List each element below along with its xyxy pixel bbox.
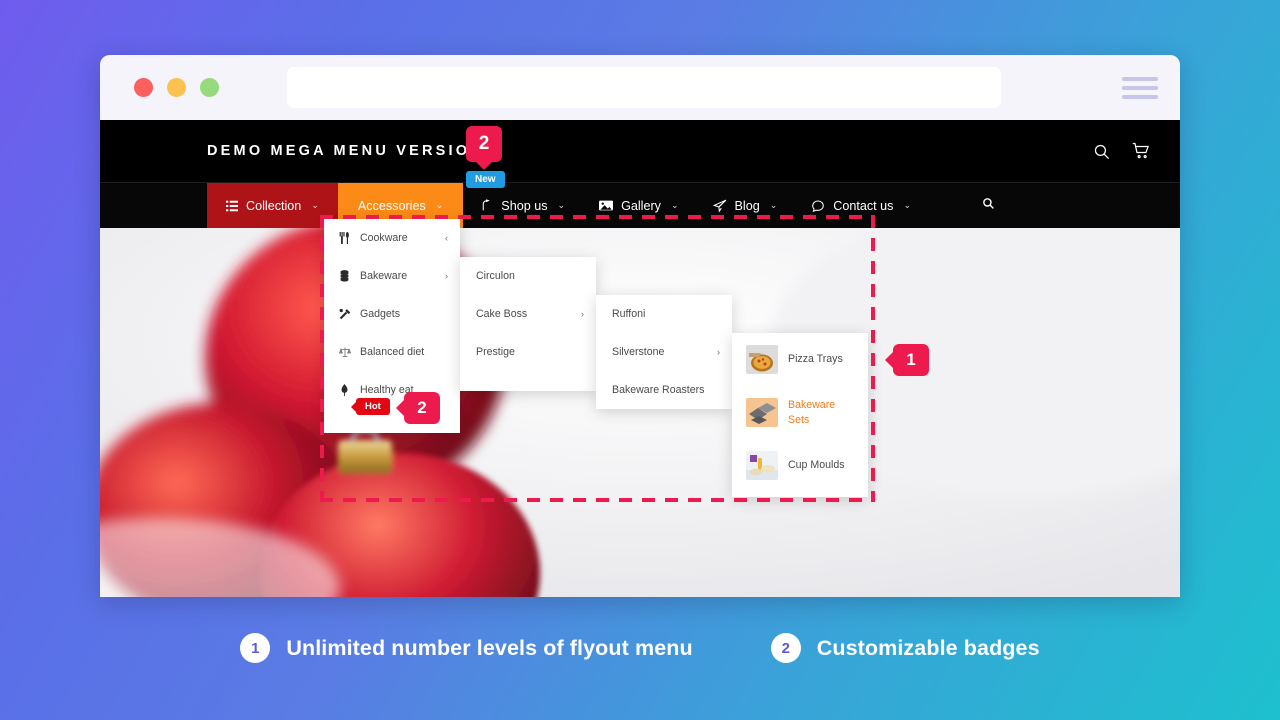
paperplane-icon bbox=[712, 199, 727, 213]
menu-label: Gadgets bbox=[360, 308, 401, 320]
nav-label: Contact us bbox=[833, 198, 894, 213]
image-icon bbox=[599, 199, 614, 212]
chevron-right-icon: › bbox=[581, 309, 584, 319]
chevron-down-icon: ⌄ bbox=[311, 200, 319, 210]
nav-label: Blog bbox=[734, 198, 760, 213]
chevron-down-icon: ⌄ bbox=[903, 200, 912, 210]
caption-text: Customizable badges bbox=[816, 635, 1040, 660]
comment-icon bbox=[811, 199, 825, 213]
callout-marker-2-top: 2 bbox=[466, 126, 502, 162]
main-navigation: Collection ⌄ Accessories ⌄ Shop us ⌄ Gal… bbox=[100, 182, 1180, 228]
chevron-down-icon: ⌄ bbox=[670, 200, 679, 210]
list-icon bbox=[226, 200, 238, 212]
menu-label: Bakeware Roasters bbox=[612, 384, 705, 396]
leaf-icon bbox=[338, 384, 351, 396]
product-item-bakeware-sets[interactable]: Bakeware Sets bbox=[732, 386, 868, 439]
menu-item-prestige[interactable]: Prestige bbox=[460, 333, 596, 371]
christmas-ornaments-image bbox=[100, 228, 1180, 597]
pans-icon bbox=[338, 270, 351, 282]
hamburger-line bbox=[1122, 85, 1158, 90]
window-controls bbox=[134, 78, 219, 97]
menu-label: Balanced diet bbox=[360, 346, 425, 358]
chevron-left-icon: ‹ bbox=[445, 233, 448, 243]
nav-label: Shop us bbox=[501, 198, 548, 213]
chevron-down-icon: ⌄ bbox=[557, 200, 566, 210]
menu-label: Cookware bbox=[360, 232, 408, 244]
product-label: Bakeware Sets bbox=[788, 399, 836, 426]
product-label: Pizza Trays bbox=[788, 353, 843, 366]
flyout-level-2: Circulon Cake Boss › Prestige bbox=[460, 257, 596, 391]
pizza-tray-thumb bbox=[746, 345, 778, 374]
product-item-cup-moulds[interactable]: Cup Moulds bbox=[732, 439, 868, 492]
caption-text: Unlimited number levels of flyout menu bbox=[286, 635, 693, 660]
address-bar[interactable] bbox=[287, 67, 1001, 108]
chevron-right-icon: › bbox=[717, 347, 720, 357]
nav-item-shop-us[interactable]: Shop us ⌄ bbox=[463, 183, 582, 228]
nav-search-button[interactable] bbox=[964, 183, 1013, 228]
nav-item-blog[interactable]: Blog ⌄ bbox=[696, 183, 795, 228]
cup-moulds-thumb bbox=[746, 451, 778, 480]
menu-label: Silverstone bbox=[612, 346, 665, 358]
menu-label: Circulon bbox=[476, 270, 515, 282]
gadgets-icon bbox=[338, 308, 351, 320]
menu-item-bakeware-roasters[interactable]: Bakeware Roasters bbox=[596, 371, 732, 409]
cart-icon[interactable] bbox=[1132, 142, 1150, 160]
minimize-button[interactable] bbox=[167, 78, 186, 97]
site-header: DEMO MEGA MENU VERSION 2 bbox=[100, 120, 1180, 182]
menu-item-cake-boss[interactable]: Cake Boss › bbox=[460, 295, 596, 333]
search-icon bbox=[982, 197, 995, 215]
menu-label: Ruffoni bbox=[612, 308, 646, 320]
site-logo[interactable]: DEMO MEGA MENU VERSION 2 bbox=[207, 143, 502, 159]
menu-item-bakeware[interactable]: Bakeware › bbox=[324, 257, 460, 295]
search-icon[interactable] bbox=[1093, 143, 1110, 160]
product-label: Cup Moulds bbox=[788, 459, 845, 472]
menu-item-circulon[interactable]: Circulon bbox=[460, 257, 596, 295]
hamburger-line bbox=[1122, 94, 1158, 99]
hamburger-icon[interactable] bbox=[1122, 76, 1158, 99]
caption-item-2: 2 Customizable badges bbox=[770, 633, 1040, 663]
badge-new[interactable]: New bbox=[466, 171, 505, 188]
callout-marker-2-hot: 2 bbox=[404, 392, 440, 424]
menu-label: Cake Boss bbox=[476, 308, 528, 320]
hamburger-line bbox=[1122, 76, 1158, 81]
flyout-level-4: Pizza Trays Bakeware Sets Cup Moulds bbox=[732, 333, 868, 497]
caption-item-1: 1 Unlimited number levels of flyout menu bbox=[240, 633, 693, 663]
flyout-level-3: Ruffoni Silverstone › Bakeware Roasters bbox=[596, 295, 732, 409]
menu-item-gadgets[interactable]: Gadgets bbox=[324, 295, 460, 333]
nav-item-contact-us[interactable]: Contact us ⌄ bbox=[794, 183, 928, 228]
nav-label: Collection bbox=[246, 198, 302, 213]
close-button[interactable] bbox=[134, 78, 153, 97]
cutlery-icon bbox=[338, 232, 351, 244]
chevron-down-icon: ⌄ bbox=[769, 200, 778, 210]
menu-label: Bakeware bbox=[360, 270, 408, 282]
bakeware-sets-thumb bbox=[746, 398, 778, 427]
callout-marker-1: 1 bbox=[893, 344, 929, 376]
menu-item-silverstone[interactable]: Silverstone › bbox=[596, 333, 732, 371]
browser-chrome bbox=[100, 55, 1180, 120]
caption-number: 1 bbox=[240, 633, 271, 663]
chevron-right-icon: › bbox=[445, 271, 448, 281]
caption-number: 2 bbox=[770, 633, 801, 663]
menu-label: Prestige bbox=[476, 346, 515, 358]
share-icon bbox=[480, 199, 493, 212]
nav-label: Gallery bbox=[621, 198, 661, 213]
maximize-button[interactable] bbox=[200, 78, 219, 97]
hero-banner bbox=[100, 228, 1180, 597]
caption-bar: 1 Unlimited number levels of flyout menu… bbox=[0, 633, 1280, 663]
nav-label: Accessories bbox=[357, 198, 426, 213]
menu-item-cookware[interactable]: Cookware ‹ bbox=[324, 219, 460, 257]
product-item-pizza-trays[interactable]: Pizza Trays bbox=[732, 333, 868, 386]
scales-icon bbox=[338, 346, 351, 358]
menu-item-ruffoni[interactable]: Ruffoni bbox=[596, 295, 732, 333]
nav-item-collection[interactable]: Collection ⌄ bbox=[207, 183, 338, 228]
chevron-down-icon: ⌄ bbox=[435, 200, 444, 210]
menu-item-balanced-diet[interactable]: Balanced diet bbox=[324, 333, 460, 371]
header-icon-group bbox=[1093, 142, 1150, 160]
badge-hot[interactable]: Hot bbox=[356, 398, 390, 415]
nav-item-gallery[interactable]: Gallery ⌄ bbox=[582, 183, 695, 228]
